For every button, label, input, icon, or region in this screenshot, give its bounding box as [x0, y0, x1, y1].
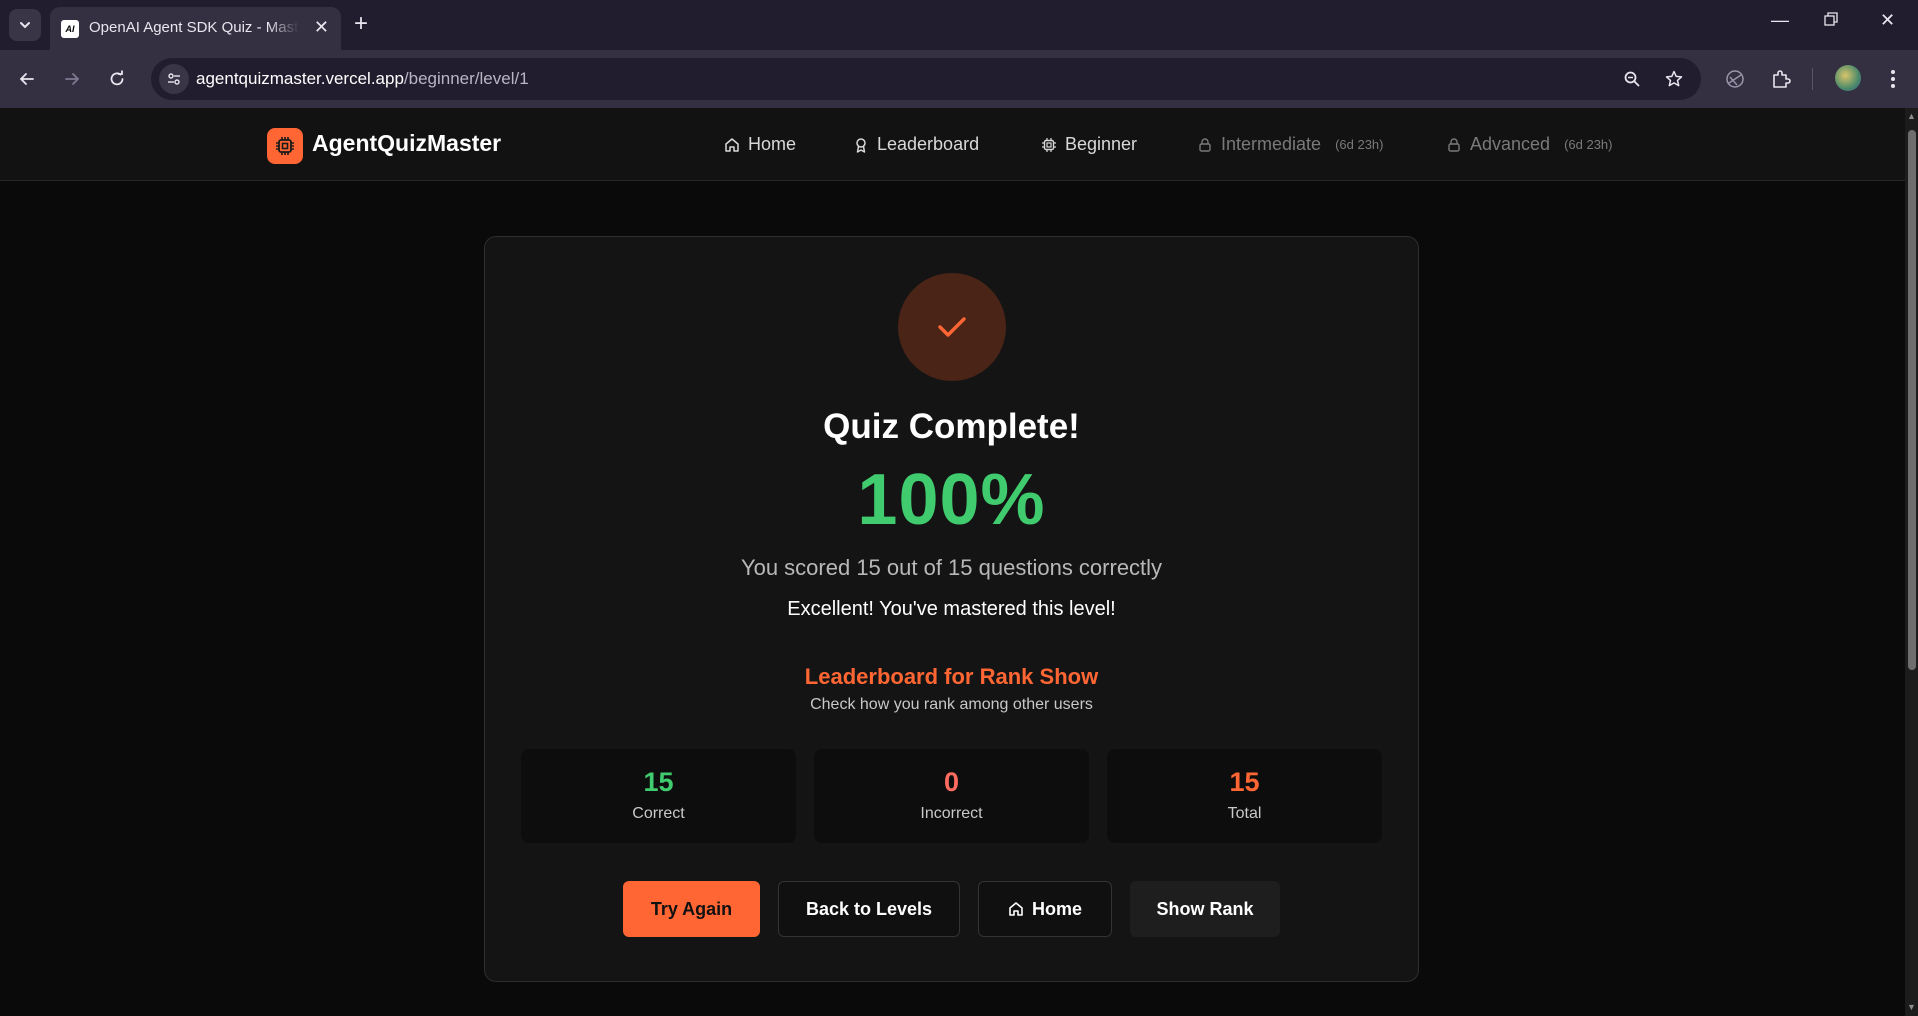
reload-button[interactable] [102, 64, 132, 94]
home-button-label: Home [1031, 898, 1082, 919]
tab-close-icon[interactable]: ✕ [314, 17, 329, 37]
minimize-icon[interactable]: — [1771, 10, 1789, 31]
restore-icon[interactable] [1824, 10, 1838, 31]
praise-message: Excellent! You've mastered this level! [787, 598, 1116, 620]
page-scrollbar[interactable]: ▲ ▼ [1905, 108, 1918, 1016]
stat-total-value: 15 [1229, 767, 1260, 797]
tab-favicon-icon: AI [61, 20, 79, 38]
brand-name[interactable]: AgentQuizMaster [312, 130, 501, 157]
success-badge [898, 273, 1006, 381]
browser-tab-bar: AI OpenAI Agent SDK Quiz - Master ✕ + — … [0, 0, 1918, 50]
nav-advanced[interactable]: Advanced (6d 23h) [1446, 134, 1612, 155]
toolbar-divider [1812, 68, 1813, 90]
back-to-levels-label: Back to Levels [805, 898, 933, 919]
score-percentage: 100% [857, 460, 1046, 540]
award-icon [856, 137, 866, 153]
home-button[interactable]: Home [978, 881, 1112, 937]
browser-toolbar: agentquizmaster.vercel.app/beginner/leve… [0, 50, 1918, 108]
check-icon [938, 317, 966, 337]
browser-menu-icon[interactable] [1880, 66, 1906, 92]
lock-icon [1448, 137, 1460, 152]
nav-beginner-label: Beginner [1065, 134, 1138, 154]
extensions-puzzle-icon[interactable] [1768, 66, 1794, 92]
nav-advanced-label: Advanced [1470, 134, 1551, 154]
nav-home[interactable]: Home [724, 134, 796, 155]
quiz-result-card: Quiz Complete! 100% You scored 15 out of… [484, 236, 1419, 982]
brand-logo[interactable] [267, 128, 303, 164]
back-to-levels-button[interactable]: Back to Levels [778, 881, 960, 937]
tab-title: OpenAI Agent SDK Quiz - Master [89, 19, 299, 36]
close-window-icon[interactable]: ✕ [1880, 10, 1895, 31]
chevron-down-icon [20, 22, 30, 29]
lock-icon [1199, 137, 1211, 152]
show-rank-label: Show Rank [1156, 898, 1254, 919]
back-button[interactable] [12, 64, 42, 94]
extension-shield-icon[interactable] [1722, 66, 1748, 92]
house-icon [725, 137, 739, 152]
forward-button[interactable] [57, 64, 87, 94]
stat-incorrect-value: 0 [943, 767, 960, 797]
stat-correct-value: 15 [643, 767, 674, 797]
stat-total: 15 Total [1107, 749, 1382, 843]
nav-home-label: Home [748, 134, 797, 154]
stat-incorrect: 0 Incorrect [814, 749, 1089, 843]
scrollbar-thumb[interactable] [1908, 130, 1916, 670]
nav-leaderboard[interactable]: Leaderboard [853, 134, 979, 155]
url-text: agentquizmaster.vercel.app/beginner/leve… [196, 69, 529, 88]
stat-correct-label: Correct [632, 805, 685, 822]
try-again-button[interactable]: Try Again [623, 881, 760, 937]
leaderboard-heading: Leaderboard for Rank Show [804, 664, 1099, 689]
browser-tab-active[interactable]: AI OpenAI Agent SDK Quiz - Master ✕ [50, 7, 341, 50]
nav-intermediate[interactable]: Intermediate (6d 23h) [1197, 134, 1383, 155]
stat-total-label: Total [1227, 805, 1262, 822]
address-bar[interactable]: agentquizmaster.vercel.app/beginner/leve… [151, 58, 1701, 100]
nav-leaderboard-label: Leaderboard [877, 134, 980, 154]
page-viewport: AgentQuizMaster Home Leaderboard Beginne… [0, 108, 1905, 1016]
site-settings-icon[interactable] [159, 64, 189, 94]
result-title: Quiz Complete! [823, 407, 1080, 446]
profile-avatar[interactable] [1835, 65, 1861, 91]
zoom-icon[interactable] [1621, 68, 1643, 90]
nav-advanced-countdown: (6d 23h) [1564, 137, 1613, 152]
cpu-chip-icon [276, 137, 294, 155]
nav-beginner[interactable]: Beginner [1041, 134, 1137, 155]
stat-correct: 15 Correct [521, 749, 796, 843]
leaderboard-subtext: Check how you rank among other users [810, 696, 1093, 713]
new-tab-button[interactable]: + [354, 11, 368, 37]
scroll-up-icon[interactable]: ▲ [1907, 112, 1916, 121]
reload-icon [110, 70, 124, 86]
scroll-down-icon[interactable]: ▼ [1907, 1003, 1916, 1012]
house-icon [1009, 902, 1023, 916]
cpu-chip-icon [1042, 137, 1056, 152]
tab-search-button[interactable] [9, 9, 41, 41]
site-header: AgentQuizMaster Home Leaderboard Beginne… [0, 108, 1905, 181]
stat-incorrect-label: Incorrect [920, 805, 983, 822]
bookmark-star-icon[interactable] [1663, 68, 1685, 90]
arrow-left-icon [19, 73, 34, 85]
show-rank-button[interactable]: Show Rank [1130, 881, 1280, 937]
nav-intermediate-label: Intermediate [1221, 134, 1322, 154]
nav-intermediate-countdown: (6d 23h) [1335, 137, 1384, 152]
try-again-label: Try Again [650, 898, 733, 919]
score-summary: You scored 15 out of 15 questions correc… [740, 555, 1163, 580]
arrow-right-icon [65, 73, 80, 85]
